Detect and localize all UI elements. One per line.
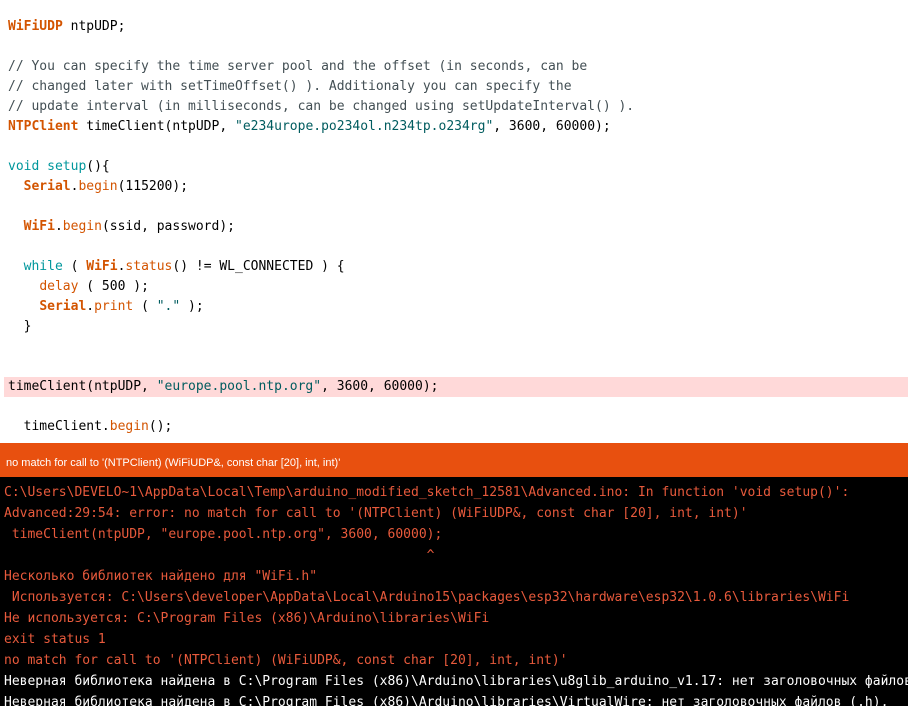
code-token: } [8,319,32,334]
console-line: timeClient(ntpUDP, "europe.pool.ntp.org"… [4,527,443,542]
code-token: print [94,299,134,314]
output-console[interactable]: C:\Users\DEVELO~1\AppData\Local\Temp\ard… [0,477,908,706]
code-line: WiFiUDP ntpUDP; [0,17,908,37]
code-token: ( 500 ); [78,279,149,294]
code-token: , 3600, 60000); [321,379,439,394]
console-line: no match for call to '(NTPClient) (WiFiU… [4,653,568,668]
code-token: (ssid, password); [101,219,235,234]
code-line: // changed later with setTimeOffset() ).… [0,77,908,97]
code-token: while [23,259,63,274]
console-line: Используется: C:\Users\developer\AppData… [4,590,850,605]
console-line: exit status 1 [4,632,106,647]
code-editor[interactable]: WiFiUDP ntpUDP; // You can specify the ti… [0,0,908,443]
code-token: timeClient(ntpUDP, [78,119,235,134]
code-token: WiFiUDP [8,19,63,34]
code-line: while ( WiFi.status() != WL_CONNECTED ) … [0,257,908,277]
code-token: timeClient(ntpUDP, [8,379,157,394]
code-token: NTPClient [8,119,79,134]
code-token: ); [180,299,204,314]
code-line: WiFi.begin(ssid, password); [0,217,908,237]
console-line: Не используется: C:\Program Files (x86)\… [4,611,490,626]
code-token: . [86,299,95,314]
code-token: Serial [39,299,87,314]
code-line: Serial.begin(115200); [0,177,908,197]
console-line: ^ [4,548,435,563]
code-token: ( [62,259,87,274]
console-line: Advanced:29:54: error: no match for call… [4,506,748,521]
console-line: Неверная библиотека найдена в C:\Program… [4,674,908,689]
code-line: // update interval (in milliseconds, can… [0,97,908,117]
code-token: , 3600, 60000); [493,119,611,134]
code-token: (115200); [117,179,189,194]
code-token: begin [78,179,118,194]
code-token: // update interval (in milliseconds, can… [8,99,635,114]
console-line: Неверная библиотека найдена в C:\Program… [4,695,889,706]
error-highlighted-line: timeClient(ntpUDP, "europe.pool.ntp.org"… [4,377,908,397]
code-token: Serial [23,179,71,194]
code-token: "e234urope.po234ol.n234tp.o234rg" [235,119,494,134]
code-token: begin [62,219,102,234]
code-line: NTPClient timeClient(ntpUDP, "e234urope.… [0,117,908,137]
code-line: void setup(){ [0,157,908,177]
code-line: delay ( 500 ); [0,277,908,297]
code-token: WiFi [86,259,118,274]
code-token: setup [47,159,87,174]
code-token: void [8,159,40,174]
code-token: WiFi [23,219,55,234]
code-token: "europe.pool.ntp.org" [156,379,322,394]
code-token: ntpUDP; [62,19,126,34]
code-token: ( [133,299,157,314]
code-line: Serial.print ( "." ); [0,297,908,317]
console-line: Несколько библиотек найдено для "WiFi.h" [4,569,318,584]
error-message-text: no match for call to '(NTPClient) (WiFiU… [6,457,341,469]
code-token: // You can specify the time server pool … [8,59,588,74]
code-token: . [54,219,63,234]
console-line: C:\Users\DEVELO~1\AppData\Local\Temp\ard… [4,485,850,500]
error-message-bar: no match for call to '(NTPClient) (WiFiU… [0,443,908,477]
code-line: } [0,317,908,337]
code-line: // You can specify the time server pool … [0,57,908,77]
code-token: timeClient. [8,419,110,434]
code-line: timeClient.begin(); [0,417,908,437]
code-token: () != WL_CONNECTED ) { [172,259,345,274]
code-token: (); [148,419,173,434]
code-token: (){ [86,159,110,174]
code-token: delay [39,279,79,294]
code-token: // changed later with setTimeOffset() ).… [8,79,572,94]
code-token: "." [156,299,181,314]
code-token: begin [109,419,149,434]
code-token: status [125,259,173,274]
